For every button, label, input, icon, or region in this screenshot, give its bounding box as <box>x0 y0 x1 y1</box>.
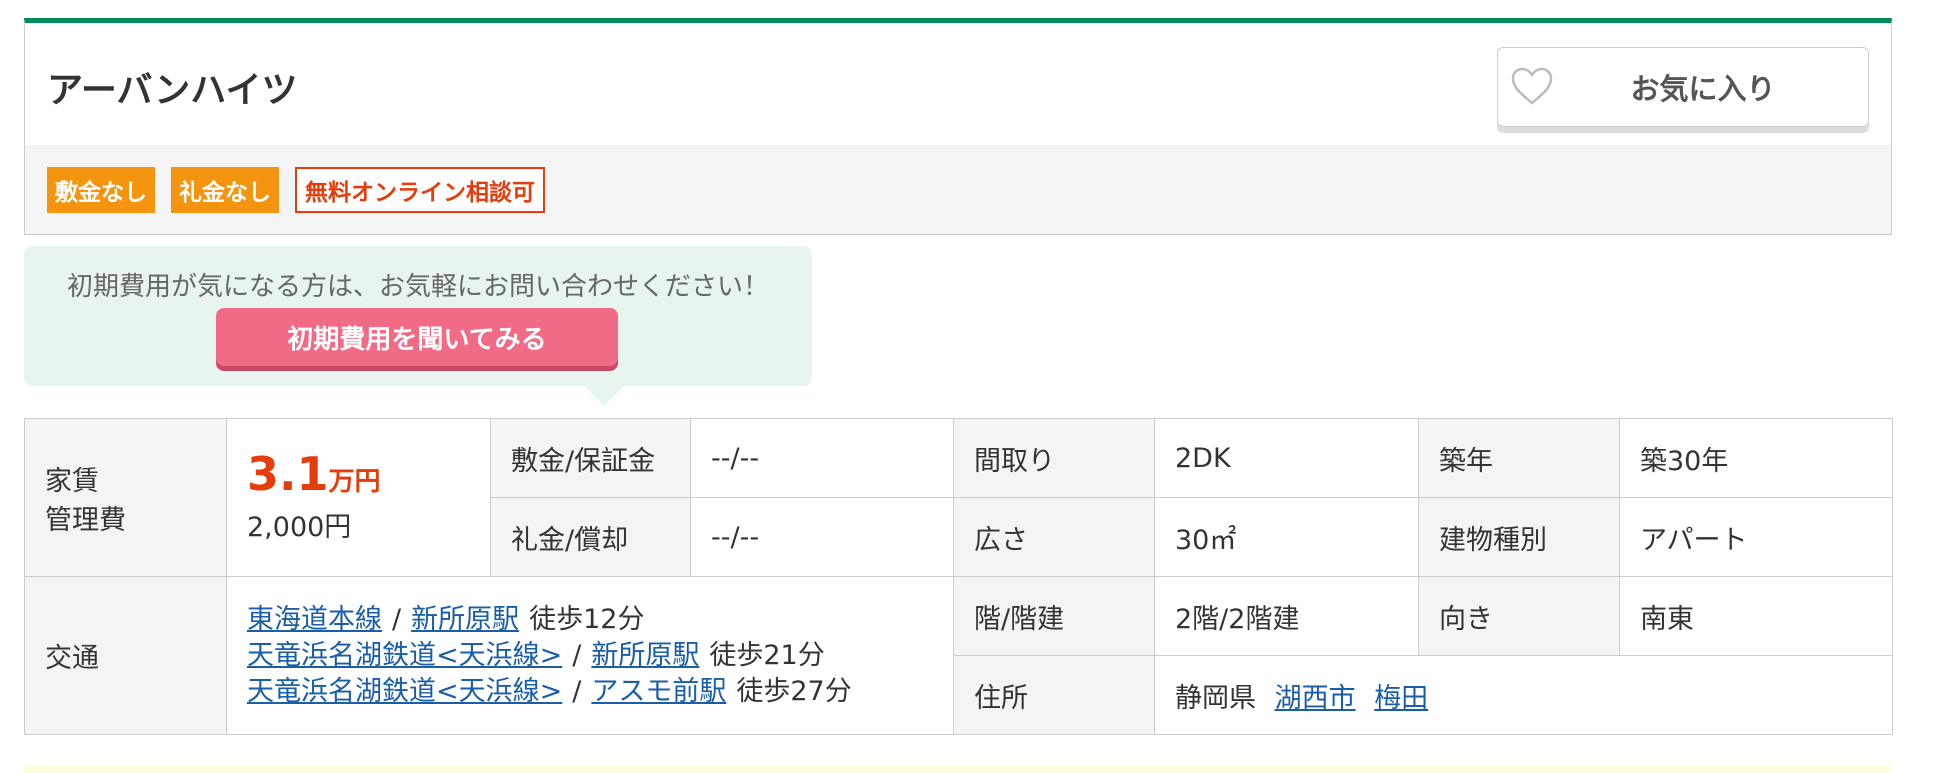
key-money-value: --/-- <box>690 497 954 577</box>
rent-value: 3.1 <box>247 447 329 501</box>
address-area-link[interactable]: 梅田 <box>1374 683 1428 714</box>
layout-header: 間取り <box>953 418 1155 498</box>
building-type-header: 建物種別 <box>1418 497 1620 577</box>
access-route: 天竜浜名湖鉄道<天浜線> / 新所原駅 徒歩21分 <box>247 638 933 674</box>
property-spec-table: 家賃 管理費 3.1万円 2,000円 敷金/保証金 --/-- 間取り 2DK… <box>24 418 1893 735</box>
rent-unit: 万円 <box>328 467 381 497</box>
inquiry-balloon: 初期費用が気になる方は、お気軽にお問い合わせください！ 初期費用を聞いてみる <box>24 246 812 406</box>
address-header: 住所 <box>953 655 1155 735</box>
address-value: 静岡県 湖西市 梅田 <box>1154 655 1893 735</box>
building-age-header: 築年 <box>1418 418 1620 498</box>
access-header: 交通 <box>24 576 227 735</box>
direction-header: 向き <box>1418 576 1620 656</box>
property-name: アーバンハイツ <box>47 70 298 111</box>
tag-online-consultation: 無料オンライン相談可 <box>295 166 545 213</box>
inquiry-message: 初期費用が気になる方は、お気軽にお問い合わせください！ <box>66 272 769 302</box>
access-route: 天竜浜名湖鉄道<天浜線> / アスモ前駅 徒歩27分 <box>247 674 933 710</box>
floor-header: 階/階建 <box>953 576 1155 656</box>
station-link[interactable]: 新所原駅 <box>411 604 519 635</box>
building-type-value: アパート <box>1619 497 1893 577</box>
ask-initial-cost-button[interactable]: 初期費用を聞いてみる <box>216 308 618 366</box>
direction-value: 南東 <box>1619 576 1893 656</box>
walk-time: 徒歩21分 <box>709 639 825 671</box>
walk-time: 徒歩27分 <box>736 675 852 707</box>
feature-tags: 敷金なし 礼金なし 無料オンライン相談可 <box>24 145 1892 235</box>
notice-bar <box>24 765 1892 773</box>
route-separator: / <box>392 603 402 635</box>
rent-header: 家賃 管理費 <box>24 418 227 577</box>
address-prefecture: 静岡県 <box>1175 682 1256 714</box>
station-link[interactable]: 新所原駅 <box>591 640 699 671</box>
management-fee-value: 2,000円 <box>247 512 352 543</box>
station-link[interactable]: アスモ前駅 <box>591 676 726 707</box>
key-money-header: 礼金/償却 <box>490 497 691 577</box>
area-header: 広さ <box>953 497 1155 577</box>
address-city-link[interactable]: 湖西市 <box>1275 683 1356 714</box>
railway-line-link[interactable]: 天竜浜名湖鉄道<天浜線> <box>247 640 562 671</box>
route-separator: / <box>572 675 582 707</box>
tag-no-deposit: 敷金なし <box>47 166 155 213</box>
favorite-label: お気に入り <box>1630 72 1776 106</box>
tag-no-key-money: 礼金なし <box>171 166 279 213</box>
rent-header-label: 家賃 <box>45 465 99 497</box>
railway-line-link[interactable]: 天竜浜名湖鉄道<天浜線> <box>247 676 562 707</box>
walk-time: 徒歩12分 <box>529 603 645 635</box>
access-cell: 東海道本線 / 新所原駅 徒歩12分 天竜浜名湖鉄道<天浜線> / 新所原駅 徒歩21分 天… <box>226 576 954 735</box>
floor-value: 2階/2階建 <box>1154 576 1419 656</box>
deposit-header: 敷金/保証金 <box>490 418 691 498</box>
property-header: アーバンハイツ お気に入り <box>24 18 1892 146</box>
rent-cell: 3.1万円 2,000円 <box>226 418 491 577</box>
deposit-value: --/-- <box>690 418 954 498</box>
area-value: 30㎡ <box>1154 497 1419 577</box>
management-fee-header-label: 管理費 <box>45 504 126 536</box>
building-age-value: 築30年 <box>1619 418 1893 498</box>
heart-outline-icon <box>1511 67 1553 105</box>
favorite-button[interactable]: お気に入り <box>1497 47 1869 127</box>
access-route: 東海道本線 / 新所原駅 徒歩12分 <box>247 602 933 638</box>
railway-line-link[interactable]: 東海道本線 <box>247 604 382 635</box>
layout-value: 2DK <box>1154 418 1419 498</box>
rent-price: 3.1万円 <box>247 451 470 497</box>
route-separator: / <box>572 639 582 671</box>
